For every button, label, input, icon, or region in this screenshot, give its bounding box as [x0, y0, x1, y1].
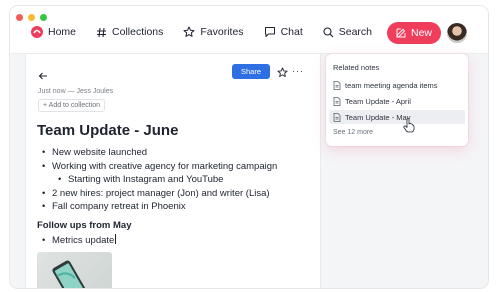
app-logo-icon	[31, 26, 43, 38]
main-nav: Home Collections Favorites Chat Search	[31, 26, 392, 38]
app-window: Home Collections Favorites Chat Search N…	[10, 6, 488, 288]
add-to-collection-button[interactable]: + Add to collection	[38, 99, 106, 112]
list-item: Working with creative agency for marketi…	[42, 160, 277, 174]
see-more-link[interactable]: See 12 more	[333, 129, 373, 136]
user-avatar[interactable]	[447, 23, 467, 43]
followups-list[interactable]: Metrics update	[42, 234, 117, 247]
list-item: New website launched	[42, 146, 277, 160]
related-note-item[interactable]: Team Update - April	[329, 94, 465, 108]
followups-heading: Follow ups from May	[37, 220, 132, 231]
document-icon	[333, 80, 341, 90]
nav-favorites-label: Favorites	[200, 26, 244, 38]
hand-pointer-icon	[403, 118, 415, 133]
share-button-label: Share	[240, 67, 261, 76]
note-title[interactable]: Team Update - June	[37, 122, 178, 139]
new-note-button[interactable]: New	[387, 22, 441, 44]
more-options-button[interactable]: ···	[292, 66, 304, 76]
related-note-item[interactable]: team meeting agenda items	[329, 78, 465, 92]
related-note-label: Team Update - April	[345, 96, 411, 106]
hashtag-icon	[97, 27, 107, 37]
top-navigation-bar: Home Collections Favorites Chat Search N…	[10, 6, 488, 54]
document-icon	[333, 112, 341, 122]
nav-chat-label: Chat	[280, 26, 303, 38]
edit-icon	[396, 28, 406, 38]
list-item: Metrics update	[42, 234, 117, 247]
list-item: Starting with Instagram and YouTube	[58, 173, 277, 187]
star-icon	[183, 26, 195, 37]
note-editor: Share ··· Just now — Jess Joules + Add t…	[26, 54, 320, 288]
back-arrow-icon[interactable]	[38, 68, 48, 86]
nav-search-label: Search	[338, 26, 373, 38]
nav-search[interactable]: Search	[323, 26, 372, 38]
search-icon	[323, 26, 334, 37]
note-bullet-list[interactable]: New website launched Working with creati…	[42, 146, 277, 214]
favorite-star-icon[interactable]	[277, 65, 288, 83]
text-cursor	[115, 234, 117, 244]
chat-bubble-icon	[264, 27, 275, 37]
related-note-label: Team Update - May	[345, 112, 411, 122]
nav-collections[interactable]: Collections	[96, 26, 163, 38]
nav-chat[interactable]: Chat	[264, 26, 303, 38]
share-button[interactable]: Share	[232, 64, 270, 79]
nav-home-label: Home	[48, 26, 77, 38]
document-icon	[333, 96, 341, 106]
nav-collections-label: Collections	[112, 26, 164, 38]
new-button-label: New	[410, 27, 432, 39]
maximize-window-dot[interactable]	[40, 14, 47, 21]
nav-home[interactable]: Home	[31, 26, 76, 38]
list-item-text: Metrics update	[52, 235, 115, 246]
close-window-dot[interactable]	[16, 14, 23, 21]
list-item: 2 new hires: project manager (Jon) and w…	[42, 187, 277, 201]
nav-favorites[interactable]: Favorites	[183, 26, 244, 38]
window-controls	[16, 14, 47, 21]
list-item: Fall company retreat in Phoenix	[42, 200, 277, 214]
minimize-window-dot[interactable]	[28, 14, 35, 21]
related-note-label: team meeting agenda items	[345, 80, 438, 90]
related-note-item-hovered[interactable]: Team Update - May	[329, 110, 465, 124]
phone-image-thumbnail[interactable]	[37, 252, 112, 288]
related-notes-title: Related notes	[333, 63, 380, 72]
related-notes-panel: Related notes team meeting agenda items …	[326, 54, 468, 146]
note-meta: Just now — Jess Joules	[38, 88, 114, 95]
